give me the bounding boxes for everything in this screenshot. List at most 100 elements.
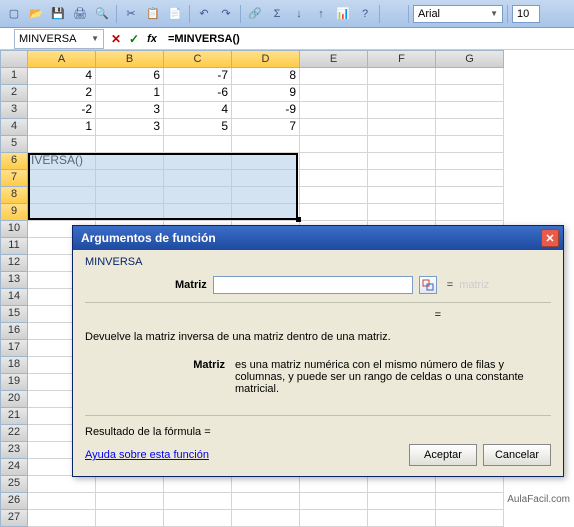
font-select[interactable]: Arial ▼: [413, 5, 503, 23]
cell[interactable]: 7: [232, 119, 300, 136]
column-header[interactable]: B: [96, 50, 164, 68]
cell[interactable]: 8: [232, 68, 300, 85]
fill-handle[interactable]: [296, 217, 301, 222]
cell[interactable]: [96, 493, 164, 510]
cell[interactable]: 9: [232, 85, 300, 102]
new-icon[interactable]: ▢: [4, 4, 24, 24]
cell[interactable]: [232, 170, 300, 187]
cell[interactable]: [300, 119, 368, 136]
accept-formula-button[interactable]: ✓: [126, 31, 142, 47]
row-header[interactable]: 23: [0, 442, 28, 459]
cell[interactable]: [368, 85, 436, 102]
cell[interactable]: [164, 204, 232, 221]
formula-input[interactable]: [164, 29, 574, 49]
sum-icon[interactable]: Σ: [267, 4, 287, 24]
cell[interactable]: [300, 85, 368, 102]
cell[interactable]: [232, 153, 300, 170]
row-header[interactable]: 10: [0, 221, 28, 238]
cell[interactable]: [300, 68, 368, 85]
cell[interactable]: [96, 476, 164, 493]
cell[interactable]: [232, 204, 300, 221]
cell[interactable]: [368, 187, 436, 204]
cell[interactable]: 1: [28, 119, 96, 136]
row-header[interactable]: 26: [0, 493, 28, 510]
row-header[interactable]: 4: [0, 119, 28, 136]
row-header[interactable]: 27: [0, 510, 28, 527]
cell[interactable]: [28, 187, 96, 204]
cell[interactable]: [96, 187, 164, 204]
cell[interactable]: [436, 136, 504, 153]
font-size-select[interactable]: 10: [512, 5, 540, 23]
help-icon[interactable]: ?: [355, 4, 375, 24]
row-header[interactable]: 6: [0, 153, 28, 170]
cell[interactable]: 6: [96, 68, 164, 85]
row-header[interactable]: 8: [0, 187, 28, 204]
row-header[interactable]: 11: [0, 238, 28, 255]
cell[interactable]: [28, 170, 96, 187]
cell[interactable]: -9: [232, 102, 300, 119]
help-link[interactable]: Ayuda sobre esta función: [85, 449, 209, 461]
cell[interactable]: [164, 476, 232, 493]
cell[interactable]: [232, 187, 300, 204]
sort-desc-icon[interactable]: ↑: [311, 4, 331, 24]
chart-icon[interactable]: 📊: [333, 4, 353, 24]
link-icon[interactable]: 🔗: [245, 4, 265, 24]
cell[interactable]: [436, 187, 504, 204]
cell[interactable]: 4: [164, 102, 232, 119]
row-header[interactable]: 22: [0, 425, 28, 442]
cell[interactable]: IVERSA(): [28, 153, 96, 170]
cell[interactable]: [436, 510, 504, 527]
row-header[interactable]: 13: [0, 272, 28, 289]
cell[interactable]: [368, 153, 436, 170]
cell[interactable]: [28, 510, 96, 527]
row-header[interactable]: 20: [0, 391, 28, 408]
select-all-corner[interactable]: [0, 50, 28, 68]
cell[interactable]: [300, 102, 368, 119]
column-header[interactable]: C: [164, 50, 232, 68]
close-button[interactable]: ✕: [541, 229, 559, 247]
cell[interactable]: [232, 493, 300, 510]
cell[interactable]: [300, 187, 368, 204]
row-header[interactable]: 15: [0, 306, 28, 323]
cell[interactable]: 3: [96, 119, 164, 136]
cell[interactable]: [164, 510, 232, 527]
cell[interactable]: [368, 510, 436, 527]
paste-icon[interactable]: 📄: [165, 4, 185, 24]
row-header[interactable]: 12: [0, 255, 28, 272]
row-header[interactable]: 14: [0, 289, 28, 306]
row-header[interactable]: 7: [0, 170, 28, 187]
cell[interactable]: -2: [28, 102, 96, 119]
cell[interactable]: [300, 136, 368, 153]
row-header[interactable]: 1: [0, 68, 28, 85]
column-header[interactable]: E: [300, 50, 368, 68]
row-header[interactable]: 5: [0, 136, 28, 153]
cell[interactable]: [96, 136, 164, 153]
row-header[interactable]: 2: [0, 85, 28, 102]
row-header[interactable]: 17: [0, 340, 28, 357]
open-icon[interactable]: 📂: [26, 4, 46, 24]
copy-icon[interactable]: 📋: [143, 4, 163, 24]
cell[interactable]: [164, 187, 232, 204]
cell[interactable]: [96, 510, 164, 527]
cell[interactable]: -7: [164, 68, 232, 85]
redo-icon[interactable]: ↷: [216, 4, 236, 24]
row-header[interactable]: 24: [0, 459, 28, 476]
cell[interactable]: [368, 204, 436, 221]
name-box[interactable]: MINVERSA ▼: [14, 29, 104, 49]
cell[interactable]: [436, 493, 504, 510]
column-header[interactable]: D: [232, 50, 300, 68]
cell[interactable]: [28, 493, 96, 510]
range-select-button[interactable]: [419, 276, 437, 294]
cell[interactable]: [436, 476, 504, 493]
row-header[interactable]: 18: [0, 357, 28, 374]
cell[interactable]: [368, 476, 436, 493]
cell[interactable]: [300, 510, 368, 527]
column-header[interactable]: A: [28, 50, 96, 68]
cell[interactable]: [436, 85, 504, 102]
cell[interactable]: 2: [28, 85, 96, 102]
column-header[interactable]: F: [368, 50, 436, 68]
cell[interactable]: [164, 153, 232, 170]
cell[interactable]: [436, 170, 504, 187]
cell[interactable]: -6: [164, 85, 232, 102]
sort-asc-icon[interactable]: ↓: [289, 4, 309, 24]
